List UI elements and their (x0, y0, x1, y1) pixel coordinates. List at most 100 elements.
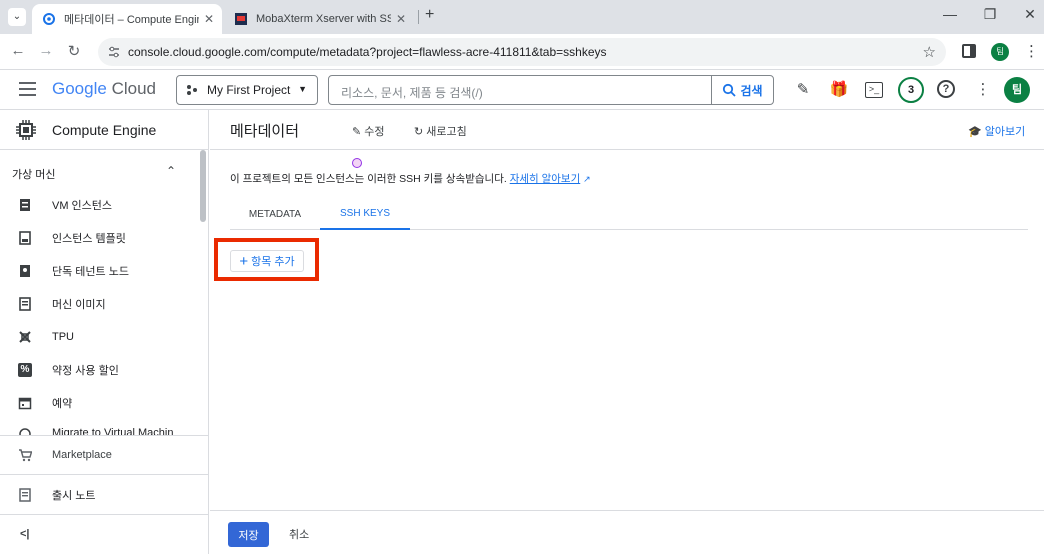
chevron-up-icon: ⌃ (166, 164, 177, 178)
edit-label: 수정 (364, 126, 385, 138)
browser-tab-metadata[interactable]: 메타데이터 – Compute Engine ✕ (32, 4, 222, 34)
reload-icon[interactable]: ↻ (64, 42, 84, 60)
browser-tab-title: MobaXterm Xserver with SSH (256, 13, 391, 25)
pencil-icon: ✎ (352, 126, 362, 138)
sidebar-item-tpu[interactable]: TPU (0, 322, 198, 352)
refresh-label: 새로고침 (426, 126, 467, 138)
edit-button[interactable]: ✎ 수정 (352, 123, 385, 139)
sidebar-divider (0, 435, 208, 436)
tabs-row: METADATA SSH KEYS (230, 198, 1028, 230)
sidebar-item-label: 약정 사용 할인 (52, 365, 119, 377)
notes-icon[interactable]: ✎ (793, 80, 813, 100)
sidebar-scrollbar[interactable] (200, 150, 206, 222)
section-header-vm[interactable]: 가상 머신 ⌃ (0, 158, 198, 188)
sidebar-item-marketplace[interactable]: Marketplace (0, 440, 198, 470)
info-text: 이 프로젝트의 모든 인스턴스는 이러한 SSH 키를 상속받습니다. (230, 173, 507, 185)
minimize-icon[interactable]: — (940, 6, 960, 22)
sidebar: Compute Engine 가상 머신 ⌃ VM 인스턴스 인스턴스 템플릿 … (0, 110, 209, 554)
forward-icon[interactable]: → (36, 42, 56, 59)
compute-engine-icon (16, 120, 36, 140)
percent-icon: % (18, 363, 32, 377)
site-info-icon[interactable] (108, 46, 120, 58)
add-item-label: 항목 추가 (251, 256, 295, 268)
tab-divider (418, 10, 419, 24)
project-icon (187, 85, 197, 95)
profile-avatar[interactable]: 팀 (991, 43, 1009, 61)
new-tab-icon[interactable]: + (425, 6, 434, 24)
sidebar-item-label: TPU (52, 331, 74, 343)
sole-tenant-icon (20, 265, 30, 277)
browser-tab-mobaxterm[interactable]: MobaXterm Xserver with SSH ✕ (224, 4, 414, 34)
sidebar-item-label: Marketplace (52, 449, 112, 461)
search-icon (723, 83, 737, 97)
machine-image-icon (19, 297, 31, 311)
browser-tab-title: 메타데이터 – Compute Engine (64, 14, 199, 26)
sidebar-item-instance-templates[interactable]: 인스턴스 템플릿 (0, 223, 198, 253)
sidebar-item-sole-tenant[interactable]: 단독 테넌트 노드 (0, 256, 198, 286)
sidebar-divider (0, 474, 208, 475)
console-header: Google Cloud My First Project ▼ 리소스, 문서,… (0, 70, 1044, 110)
help-icon[interactable]: ? (937, 80, 955, 98)
sidebar-item-committed-use[interactable]: % 약정 사용 할인 (0, 355, 198, 385)
google-cloud-logo[interactable]: Google Cloud (52, 79, 156, 99)
sidebar-item-vm-instances[interactable]: VM 인스턴스 (0, 190, 198, 220)
cart-icon (19, 449, 32, 462)
search-button[interactable]: 검색 (711, 76, 773, 104)
account-avatar[interactable]: 팀 (1004, 77, 1030, 103)
tab-search-dropdown-icon[interactable]: ⌄ (8, 8, 26, 26)
search-button-label: 검색 (740, 83, 763, 98)
info-line: 이 프로젝트의 모든 인스턴스는 이러한 SSH 키를 상속받습니다. 자세히 … (230, 171, 591, 186)
url-field[interactable]: console.cloud.google.com/compute/metadat… (98, 38, 946, 66)
close-tab-icon[interactable]: ✕ (204, 12, 214, 26)
close-window-icon[interactable]: ✕ (1020, 6, 1040, 23)
sidebar-item-reservations[interactable]: 예약 (0, 388, 198, 418)
side-panel-icon[interactable] (962, 44, 976, 58)
tab-ssh-keys[interactable]: SSH KEYS (320, 198, 410, 230)
page-title: 메타데이터 (230, 123, 300, 140)
more-options-icon[interactable]: ⋮ (973, 80, 993, 100)
sidebar-item-label: 출시 노트 (52, 490, 96, 502)
browser-menu-icon[interactable]: ⋮ (1024, 42, 1039, 60)
dropdown-arrow-icon: ▼ (298, 84, 307, 94)
sidebar-item-machine-images[interactable]: 머신 이미지 (0, 289, 198, 319)
learn-button[interactable]: 🎓 알아보기 (968, 123, 1025, 139)
cancel-button[interactable]: 취소 (289, 526, 309, 542)
product-title: Compute Engine (52, 122, 157, 138)
hamburger-menu-icon[interactable] (19, 82, 36, 96)
back-icon[interactable]: ← (8, 42, 28, 59)
browser-tab-strip: ⌄ 메타데이터 – Compute Engine ✕ MobaXterm Xse… (0, 0, 1044, 34)
cloud-shell-icon[interactable]: >_ (865, 82, 883, 98)
external-link-icon: ↗ (583, 174, 591, 184)
url-text: console.cloud.google.com/compute/metadat… (128, 45, 607, 59)
logo-google-text: Google (52, 79, 107, 98)
migrate-icon (19, 428, 31, 435)
sidebar-item-label: 머신 이미지 (52, 299, 106, 311)
sidebar-divider (0, 514, 208, 515)
sidebar-item-label: 예약 (52, 398, 73, 410)
collapse-sidebar-icon[interactable]: <| (20, 528, 30, 540)
notification-badge[interactable]: 3 (898, 77, 924, 103)
add-item-button[interactable]: + 항목 추가 (230, 250, 304, 272)
learn-more-link[interactable]: 자세히 알아보기 (510, 173, 581, 185)
bookmark-star-icon[interactable]: ☆ (923, 43, 936, 61)
close-tab-icon[interactable]: ✕ (396, 12, 406, 26)
refresh-icon: ↻ (414, 126, 424, 138)
project-name: My First Project (207, 83, 291, 97)
footer-bar: 저장 취소 (210, 510, 1044, 554)
learn-label: 알아보기 (984, 126, 1026, 138)
tab-metadata[interactable]: METADATA (230, 198, 320, 230)
sidebar-item-label: VM 인스턴스 (52, 200, 113, 212)
calendar-icon (18, 397, 32, 410)
sidebar-item-release-notes[interactable]: 출시 노트 (0, 480, 198, 510)
refresh-button[interactable]: ↻ 새로고침 (414, 123, 467, 139)
project-picker[interactable]: My First Project ▼ (176, 75, 318, 105)
restore-icon[interactable]: ❐ (980, 6, 1000, 23)
save-button[interactable]: 저장 (228, 522, 269, 547)
mobaxterm-icon (235, 13, 247, 25)
gift-icon[interactable]: 🎁 (829, 80, 849, 100)
search-input[interactable]: 리소스, 문서, 제품 등 검색(/) 검색 (328, 75, 774, 105)
tpu-icon (19, 331, 31, 343)
sidebar-item-migrate[interactable]: Migrate to Virtual Machin (0, 422, 198, 435)
sidebar-item-label: 단독 테넌트 노드 (52, 266, 129, 278)
search-placeholder: 리소스, 문서, 제품 등 검색(/) (341, 86, 483, 100)
